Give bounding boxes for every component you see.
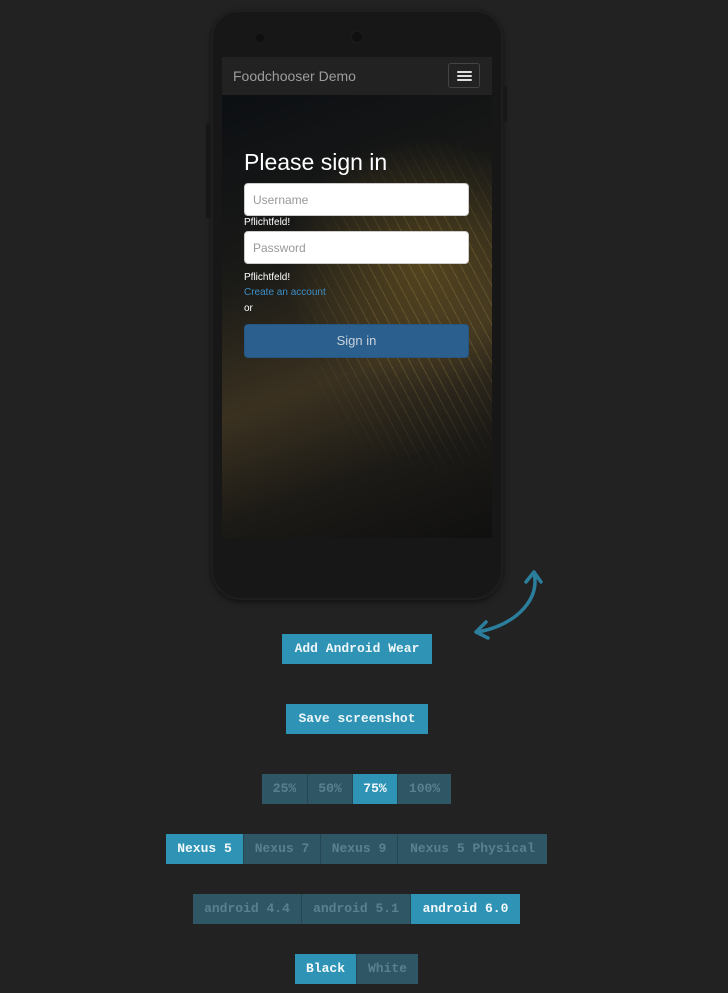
hamburger-menu-icon[interactable] xyxy=(448,63,480,88)
device-option-nexus-7[interactable]: Nexus 7 xyxy=(244,834,321,864)
signin-heading: Please sign in xyxy=(244,149,388,175)
front-camera xyxy=(350,30,364,44)
zoom-option-100[interactable]: 100% xyxy=(398,774,451,804)
save-screenshot-button[interactable]: Save screenshot xyxy=(286,704,428,734)
zoom-selector: 25% 50% 75% 100% xyxy=(262,774,451,804)
power-button xyxy=(503,86,507,122)
signin-button[interactable]: Sign in xyxy=(244,324,469,358)
or-text: or xyxy=(244,303,253,314)
color-option-white[interactable]: White xyxy=(357,954,418,984)
app-title[interactable]: Foodchooser Demo xyxy=(233,68,356,84)
add-android-wear-button[interactable]: Add Android Wear xyxy=(282,634,432,664)
zoom-option-50[interactable]: 50% xyxy=(308,774,353,804)
android-option-4-4[interactable]: android 4.4 xyxy=(193,894,302,924)
android-version-selector: android 4.4 android 5.1 android 6.0 xyxy=(193,894,520,924)
android-option-6-0[interactable]: android 6.0 xyxy=(411,894,520,924)
phone-screen: Foodchooser Demo Please sign in Pflichtf… xyxy=(222,57,492,538)
sensor-dot xyxy=(256,34,264,42)
app-navbar: Foodchooser Demo xyxy=(222,57,492,96)
create-account-link[interactable]: Create an account xyxy=(244,287,326,298)
color-option-black[interactable]: Black xyxy=(295,954,357,984)
username-required-hint: Pflichtfeld! xyxy=(244,217,291,228)
device-option-nexus-5-physical[interactable]: Nexus 5 Physical xyxy=(398,834,547,864)
zoom-option-75[interactable]: 75% xyxy=(353,774,398,804)
device-selector: Nexus 5 Nexus 7 Nexus 9 Nexus 5 Physical xyxy=(166,834,547,864)
rotate-arrow-icon[interactable] xyxy=(468,566,548,642)
password-required-hint: Pflichtfeld! xyxy=(244,272,291,283)
zoom-option-25[interactable]: 25% xyxy=(262,774,308,804)
frame-color-selector: Black White xyxy=(295,954,418,984)
device-option-nexus-5[interactable]: Nexus 5 xyxy=(166,834,244,864)
device-option-nexus-9[interactable]: Nexus 9 xyxy=(321,834,398,864)
username-input[interactable] xyxy=(244,183,469,216)
password-input[interactable] xyxy=(244,231,469,264)
volume-button xyxy=(206,124,211,218)
android-option-5-1[interactable]: android 5.1 xyxy=(302,894,411,924)
